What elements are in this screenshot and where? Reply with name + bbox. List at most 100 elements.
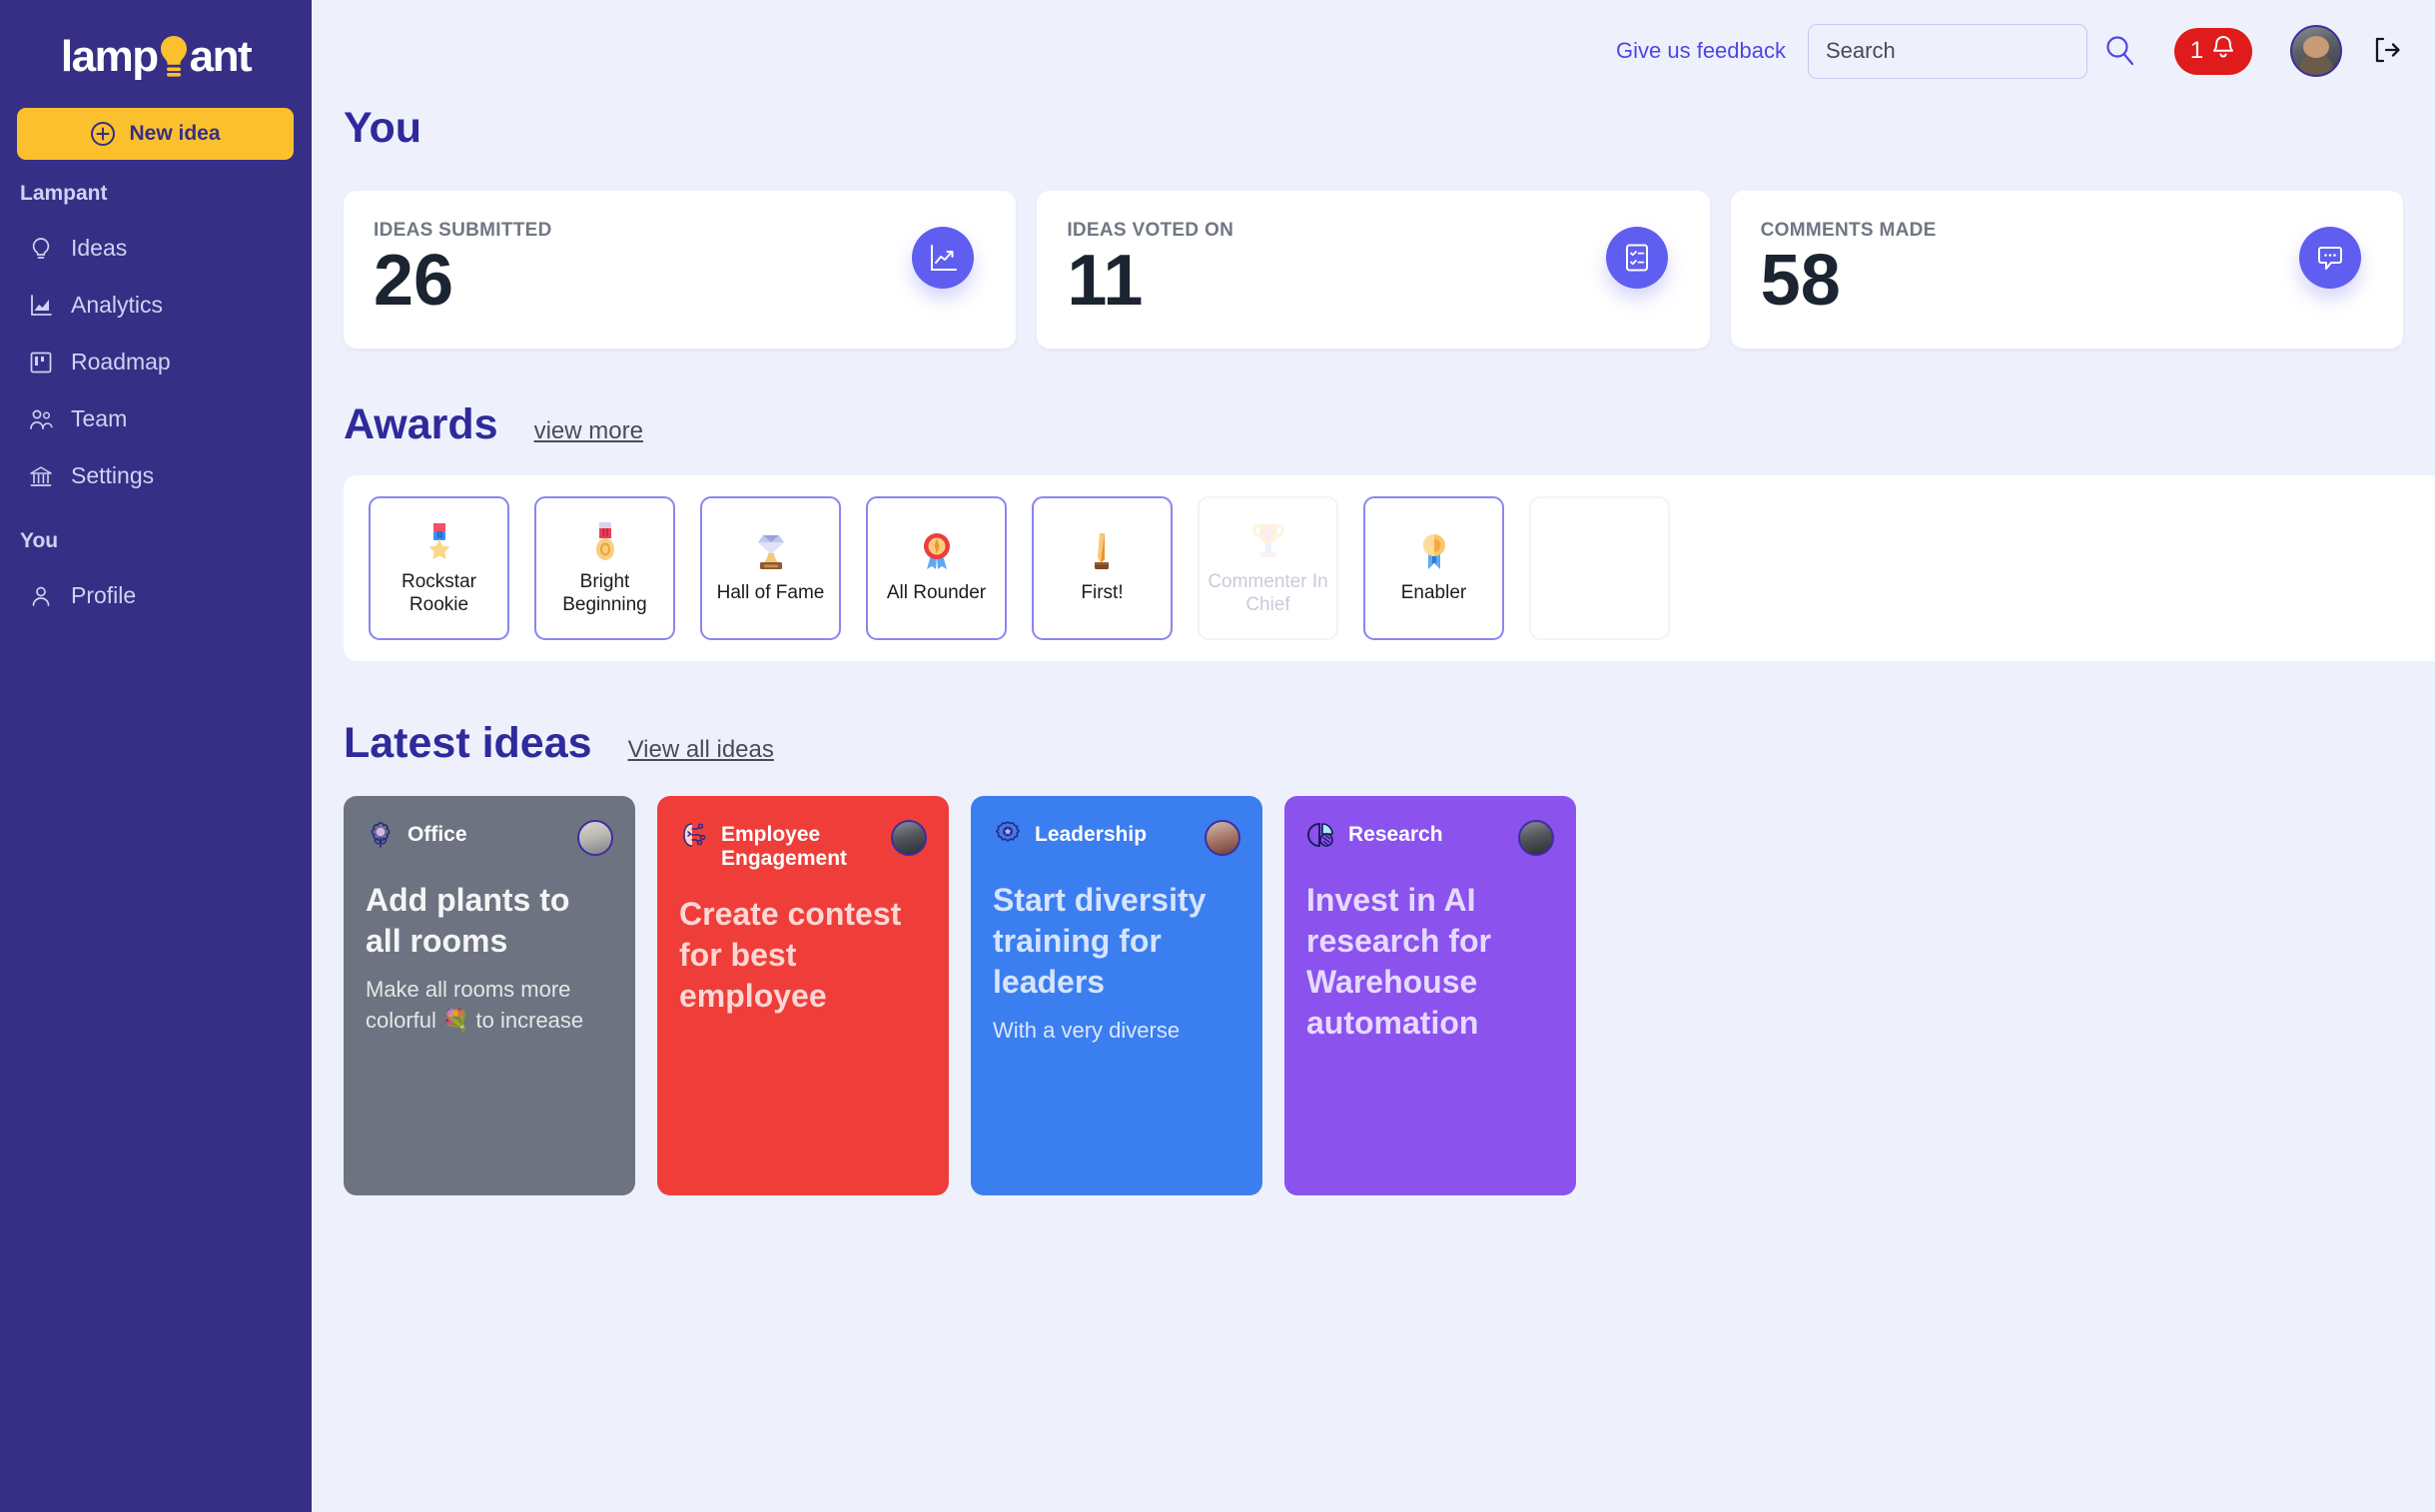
brain-circuit-icon bbox=[679, 820, 709, 850]
award-name: First! bbox=[1081, 582, 1124, 604]
latest-ideas-section: Latest ideas View all ideas Office Add p… bbox=[312, 719, 2435, 1195]
sidebar-section-label-you: You bbox=[20, 529, 59, 552]
award-card[interactable]: First! bbox=[1032, 496, 1173, 640]
awards-view-more-link[interactable]: view more bbox=[534, 417, 643, 445]
stat-value: 11 bbox=[1067, 241, 1144, 321]
idea-category: Employee Engagement bbox=[721, 823, 848, 870]
award-card-locked[interactable]: Commenter In Chief bbox=[1198, 496, 1338, 640]
sidebar-item-label: Team bbox=[71, 405, 128, 431]
stat-card-ideas-voted-on: IDEAS VOTED ON 11 bbox=[1037, 191, 1710, 349]
stat-value: 26 bbox=[374, 241, 454, 321]
flower-icon bbox=[366, 820, 396, 850]
trending-up-chart-icon bbox=[912, 227, 975, 289]
sidebar-item-roadmap[interactable]: Roadmap bbox=[0, 334, 312, 390]
award-card[interactable]: Bright Beginning bbox=[534, 496, 675, 640]
award-card[interactable]: Hall of Fame bbox=[700, 496, 841, 640]
awards-list[interactable]: Rockstar Rookie Bright Beginning Hall of… bbox=[344, 475, 2435, 661]
idea-card-header: Employee Engagement bbox=[679, 820, 927, 870]
award-card[interactable]: Rockstar Rookie bbox=[369, 496, 509, 640]
rosette-award-icon bbox=[917, 531, 957, 573]
logo-text-after: ant bbox=[189, 32, 253, 81]
search-button[interactable] bbox=[2096, 28, 2142, 74]
idea-card[interactable]: Office Add plants to all rooms Make all … bbox=[344, 796, 635, 1195]
idea-category: Research bbox=[1348, 823, 1443, 846]
search-input[interactable] bbox=[1808, 23, 2087, 79]
main-content: Give us feedback 1 bbox=[312, 0, 2435, 1512]
sidebar-nav-primary: Lampant Ideas Analytics Roadmap Team Set… bbox=[0, 182, 312, 504]
ideas-row: Office Add plants to all rooms Make all … bbox=[312, 796, 2435, 1195]
new-idea-button[interactable]: New idea bbox=[17, 108, 294, 160]
idea-card[interactable]: Employee Engagement Create contest for b… bbox=[657, 796, 949, 1195]
stat-card-ideas-submitted: IDEAS SUBMITTED 26 bbox=[344, 191, 1017, 349]
idea-card[interactable]: Research Invest in AI research for Wareh… bbox=[1284, 796, 1576, 1195]
sidebar-item-label: Profile bbox=[71, 582, 137, 608]
pie-chart-icon bbox=[1306, 820, 1336, 850]
sidebar-item-label: Roadmap bbox=[71, 349, 171, 375]
badge-star-icon bbox=[993, 820, 1023, 850]
top-header-bar: Give us feedback 1 bbox=[312, 0, 2435, 102]
stats-row: IDEAS SUBMITTED 26 IDEAS VOTED ON 11 COM… bbox=[312, 191, 2435, 349]
award-card-locked[interactable] bbox=[1529, 496, 1670, 640]
idea-description: With a very diverse bbox=[993, 1017, 1181, 1043]
award-card[interactable]: Enabler bbox=[1363, 496, 1504, 640]
awards-title: Awards bbox=[344, 400, 498, 448]
person-icon bbox=[28, 583, 54, 609]
sidebar-item-label: Settings bbox=[71, 462, 155, 488]
stat-card-comments-made: COMMENTS MADE 58 bbox=[1730, 191, 2403, 349]
logout-button[interactable] bbox=[2367, 31, 2407, 71]
sidebar-section-label-lampant: Lampant bbox=[20, 182, 108, 205]
gold-medal-icon bbox=[587, 520, 623, 562]
ribbon-medal-icon bbox=[1417, 531, 1451, 573]
sidebar-item-ideas[interactable]: Ideas bbox=[0, 220, 312, 277]
bell-icon bbox=[2210, 34, 2236, 69]
award-card[interactable]: All Rounder bbox=[866, 496, 1007, 640]
team-people-icon bbox=[28, 406, 54, 432]
stat-label: IDEAS VOTED ON bbox=[1067, 220, 1234, 241]
chart-icon bbox=[28, 293, 54, 319]
award-name: Rockstar Rookie bbox=[402, 570, 476, 615]
idea-category: Leadership bbox=[1035, 823, 1148, 846]
give-feedback-link[interactable]: Give us feedback bbox=[1616, 38, 1786, 64]
sidebar-item-profile[interactable]: Profile bbox=[0, 567, 312, 624]
idea-title: Start diversity training for leaders bbox=[993, 882, 1207, 1000]
awards-header: Awards view more bbox=[312, 400, 2435, 449]
sidebar-item-label: Ideas bbox=[71, 235, 128, 261]
checklist-icon bbox=[1605, 227, 1668, 289]
view-all-ideas-link[interactable]: View all ideas bbox=[628, 736, 774, 764]
comment-bubble-icon bbox=[2298, 227, 2361, 289]
plus-circle-icon bbox=[90, 121, 116, 147]
idea-card[interactable]: Leadership Start diversity training for … bbox=[971, 796, 1262, 1195]
latest-ideas-title: Latest ideas bbox=[344, 719, 592, 767]
award-name: Commenter In Chief bbox=[1208, 570, 1328, 615]
author-avatar bbox=[1518, 820, 1554, 856]
award-name: Bright Beginning bbox=[562, 570, 647, 615]
bank-columns-icon bbox=[28, 463, 54, 489]
roadmap-board-icon bbox=[28, 350, 54, 376]
author-avatar bbox=[577, 820, 613, 856]
magnifier-icon bbox=[2102, 33, 2136, 70]
sidebar-item-team[interactable]: Team bbox=[0, 390, 312, 447]
award-name: All Rounder bbox=[886, 582, 987, 604]
stat-label: IDEAS SUBMITTED bbox=[374, 220, 552, 241]
app-logo[interactable]: lamp ant bbox=[0, 0, 312, 96]
idea-card-header: Office bbox=[366, 820, 613, 856]
page-title-you: You bbox=[344, 104, 422, 152]
lightbulb-icon bbox=[156, 33, 192, 81]
stat-value: 58 bbox=[1760, 241, 1841, 321]
sidebar: lamp ant New idea Lampant Ideas Analytic… bbox=[0, 0, 312, 1512]
trophy-cup-icon bbox=[1249, 520, 1287, 562]
new-idea-label: New idea bbox=[129, 122, 221, 145]
diamond-trophy-icon bbox=[751, 531, 791, 573]
sidebar-nav-secondary: You Profile bbox=[0, 529, 312, 624]
avatar[interactable] bbox=[2290, 25, 2342, 77]
military-medal-star-icon bbox=[420, 520, 458, 562]
logo-text-before: lamp bbox=[60, 32, 159, 81]
sidebar-item-settings[interactable]: Settings bbox=[0, 447, 312, 504]
award-name: Enabler bbox=[1400, 582, 1467, 604]
sidebar-item-analytics[interactable]: Analytics bbox=[0, 277, 312, 334]
award-name: Hall of Fame bbox=[716, 582, 825, 604]
idea-title: Add plants to all rooms bbox=[366, 882, 570, 959]
idea-category: Office bbox=[407, 823, 467, 846]
notifications-button[interactable]: 1 bbox=[2174, 27, 2252, 75]
idea-title: Invest in AI research for Warehouse auto… bbox=[1306, 882, 1491, 1041]
